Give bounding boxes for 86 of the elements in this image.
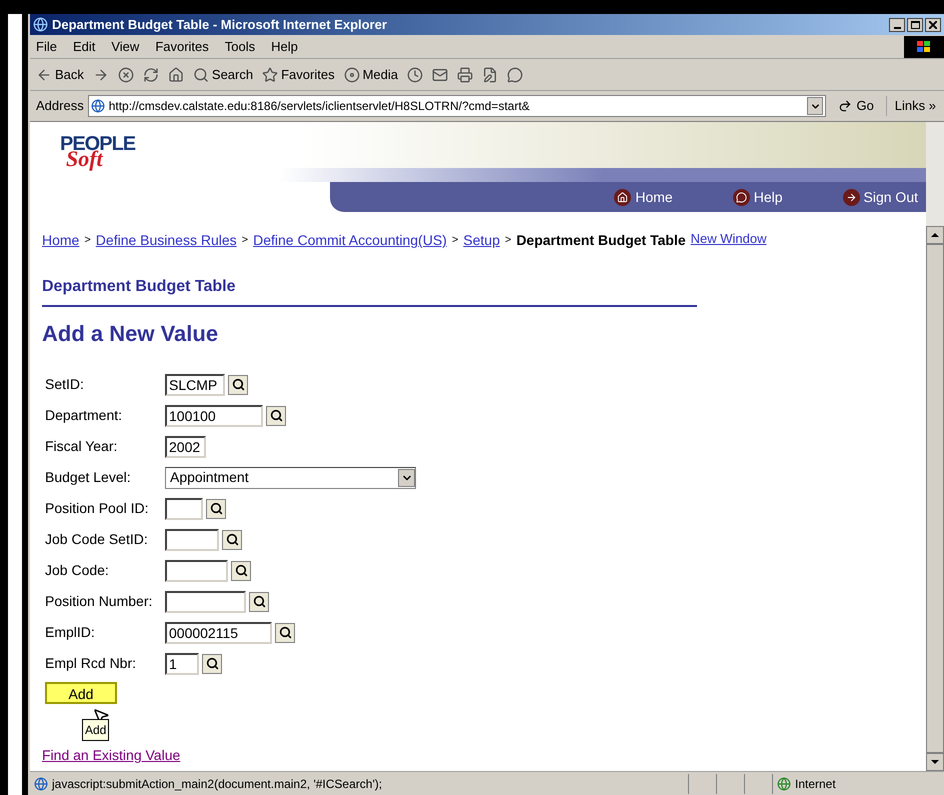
input-field[interactable]: SLCMP xyxy=(165,374,225,396)
input-field[interactable] xyxy=(165,528,219,550)
scrollbar[interactable] xyxy=(926,122,944,771)
field-label: Department: xyxy=(45,406,124,425)
scroll-down-button[interactable] xyxy=(926,753,944,771)
field-label: Budget Level: xyxy=(45,468,132,487)
add-button[interactable]: Add xyxy=(45,682,117,704)
lookup-icon[interactable] xyxy=(206,498,226,518)
input-field[interactable]: 000002115 xyxy=(165,622,272,644)
address-field[interactable]: http://cmsdev.calstate.edu:8186/servlets/iclientservlet/H8SLOTRN/?cmd=start& xyxy=(88,95,826,117)
go-button[interactable]: Go xyxy=(830,96,882,116)
menu-item[interactable]: Edit xyxy=(72,36,96,56)
field-label: Empl Rcd Nbr: xyxy=(45,654,138,673)
input-field[interactable] xyxy=(165,590,246,612)
maximize-icon[interactable] xyxy=(907,18,923,32)
lookup-icon[interactable] xyxy=(228,374,248,394)
field-label: SetID: xyxy=(45,375,85,394)
disc-icon xyxy=(344,66,360,82)
nav-link[interactable]: Sign Out xyxy=(842,186,918,208)
scroll-up-button[interactable] xyxy=(926,226,944,244)
input-field[interactable]: 1 xyxy=(165,652,199,674)
minimize-icon[interactable] xyxy=(889,18,905,32)
page-icon xyxy=(34,776,48,790)
field-label: Fiscal Year: xyxy=(45,437,118,456)
menu-item[interactable]: Help xyxy=(271,36,298,56)
find-existing-value-link[interactable]: Find an Existing Value xyxy=(42,745,180,766)
up-triangle-icon xyxy=(931,233,939,237)
go-arrow-icon xyxy=(838,99,852,113)
field-label: Position Number: xyxy=(45,592,154,611)
toolbar-button[interactable]: Search xyxy=(192,64,254,84)
status-text: javascript:submitAction_main2(document.main2, '#ICSearch'); xyxy=(52,776,382,792)
address-label: Address xyxy=(36,97,84,116)
lookup-icon[interactable] xyxy=(275,622,295,642)
dropdown-icon[interactable] xyxy=(807,97,824,115)
field-label: Position Pool ID: xyxy=(45,499,150,518)
links-button[interactable]: Links » xyxy=(886,96,944,116)
menu-item[interactable]: View xyxy=(111,36,140,56)
star-icon xyxy=(262,66,278,82)
scroll-thumb[interactable] xyxy=(926,244,944,753)
lookup-icon[interactable] xyxy=(249,592,269,612)
breadcrumb-separator: > xyxy=(504,233,512,248)
breadcrumb-link[interactable]: Define Business Rules xyxy=(96,230,237,251)
down-triangle-icon xyxy=(931,760,939,764)
field-label: Job Code: xyxy=(45,561,110,580)
tooltip: Add xyxy=(82,719,110,741)
toolbar-button[interactable]: Media xyxy=(344,64,398,84)
breadcrumb-link[interactable]: Define Commit Accounting(US) xyxy=(253,230,447,251)
home-icon xyxy=(614,188,632,206)
toolbar-button[interactable]: Favorites xyxy=(262,64,335,84)
browser-icon xyxy=(33,17,48,32)
breadcrumb-separator: > xyxy=(452,233,458,248)
budget-level-select[interactable]: Appointment xyxy=(165,466,416,488)
close-icon[interactable] xyxy=(925,18,941,32)
page-subtitle: Add a New Value xyxy=(42,320,220,348)
breadcrumb-link[interactable]: Setup xyxy=(463,230,500,251)
nav-link[interactable]: Home xyxy=(614,186,673,208)
nav-link[interactable]: Help xyxy=(732,186,783,208)
input-field[interactable] xyxy=(165,560,228,582)
breadcrumb-link[interactable]: Home xyxy=(42,230,80,251)
menu-item[interactable]: Tools xyxy=(224,36,256,56)
input-field[interactable] xyxy=(165,498,203,520)
breadcrumb-separator: > xyxy=(84,233,91,248)
input-field[interactable]: 100100 xyxy=(165,404,263,426)
lookup-icon[interactable] xyxy=(222,530,242,550)
page-icon xyxy=(90,99,105,113)
search-icon xyxy=(192,66,209,82)
globe-icon xyxy=(777,776,791,790)
menu-item[interactable]: File xyxy=(36,36,57,56)
lookup-icon[interactable] xyxy=(266,406,286,426)
lookup-icon[interactable] xyxy=(231,560,251,580)
window-title: Department Budget Table - Microsoft Internet Explorer xyxy=(52,16,387,34)
input-field[interactable]: 2002 xyxy=(165,436,206,458)
page-heading: Department Budget Table xyxy=(42,275,697,307)
toolbar-button[interactable]: Back xyxy=(36,64,84,84)
lookup-icon[interactable] xyxy=(202,654,222,674)
field-label: EmplID: xyxy=(45,623,96,642)
new-window-link[interactable]: New Window xyxy=(690,228,766,248)
breadcrumb-current: Department Budget Table xyxy=(516,231,686,250)
address-text: http://cmsdev.calstate.edu:8186/servlets/iclientservlet/H8SLOTRN/?cmd=start& xyxy=(108,98,531,115)
breadcrumb-separator: > xyxy=(242,233,248,248)
menu-item[interactable]: Favorites xyxy=(155,36,209,56)
windows-logo-icon xyxy=(904,36,944,58)
zone-text: Internet xyxy=(795,776,836,792)
peoplesoft-logo: PEOPLE Soft xyxy=(60,134,136,170)
field-label: Job Code SetID: xyxy=(45,530,149,549)
help-icon xyxy=(732,188,750,206)
